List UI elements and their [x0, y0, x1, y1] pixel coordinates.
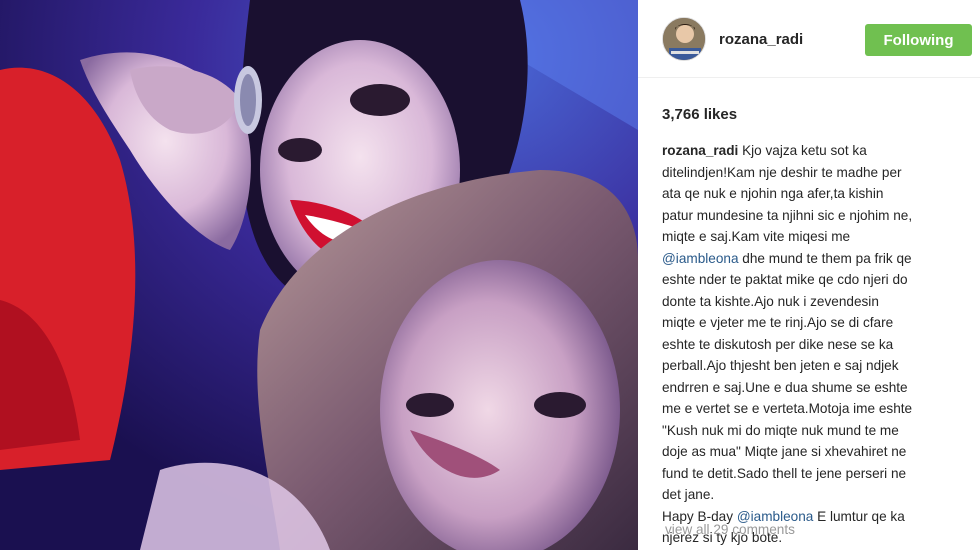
caption-line: fund te detit.Sado thell te jene perseri… — [662, 465, 907, 481]
caption-line: miqte e saj.Kam vite miqesi me — [662, 229, 851, 244]
caption-line: ata qe nuk e njohin nga afer,ta kishin — [662, 186, 884, 201]
post-header: rozana_radi Following — [638, 0, 980, 78]
caption-text: Kjo vajza ketu sot ka — [738, 143, 867, 158]
caption-text: E lumtur qe ka — [813, 508, 905, 524]
caption-line: donte ta kishte.Ajo nuk i zevendesin — [662, 293, 879, 309]
caption-line: @iambleona dhe mund te them pa frik qe — [662, 248, 964, 270]
instagram-post: rozana_radi Following 3,766 likes rozana… — [0, 0, 980, 550]
caption-line: patur mundesine ta njihni sic e njohim n… — [662, 207, 913, 223]
caption-author[interactable]: rozana_radi — [662, 143, 738, 158]
mention-link[interactable]: @iambleona — [662, 251, 739, 266]
following-button[interactable]: Following — [865, 24, 972, 56]
avatar-image — [663, 18, 705, 60]
caption-line: rozana_radi Kjo vajza ketu sot ka — [662, 140, 964, 162]
username-link[interactable]: rozana_radi — [719, 31, 803, 48]
post-side-panel: rozana_radi Following 3,766 likes rozana… — [638, 0, 980, 550]
caption-line: eshte te diskutosh per dike nese se ka — [662, 336, 894, 352]
caption-line: doje as mua" Miqte jane si xhevahiret ne — [662, 444, 907, 459]
view-all-comments-link[interactable]: view all 29 comments — [665, 522, 795, 537]
caption-line: "Kush nuk mi do miqte nuk mund te me — [662, 422, 899, 438]
caption-line: ditelindjen!Kam nje deshir te madhe per — [662, 164, 902, 180]
caption-line: endrren e saj.Une e dua shume se eshte — [662, 379, 908, 395]
caption: rozana_radi Kjo vajza ketu sot ka diteli… — [662, 140, 964, 549]
caption-line: eshte nder te paktat mike qe cdo njeri d… — [662, 272, 908, 287]
post-photo[interactable] — [0, 0, 638, 550]
caption-text: dhe mund te them pa frik qe — [738, 250, 912, 266]
caption-line: det jane. — [662, 487, 715, 502]
likes-count[interactable]: 3,766 likes — [662, 106, 737, 123]
selfie-photo — [0, 0, 638, 550]
caption-line: me e vertet se e verteta.Motoja ime esht… — [662, 401, 913, 416]
caption-line: perball.Ajo thjesht ben jeten e saj ndje… — [662, 358, 899, 373]
caption-line: miqte e vjeter me te rinj.Ajo se di cfar… — [662, 315, 894, 330]
user-avatar[interactable] — [662, 17, 706, 61]
